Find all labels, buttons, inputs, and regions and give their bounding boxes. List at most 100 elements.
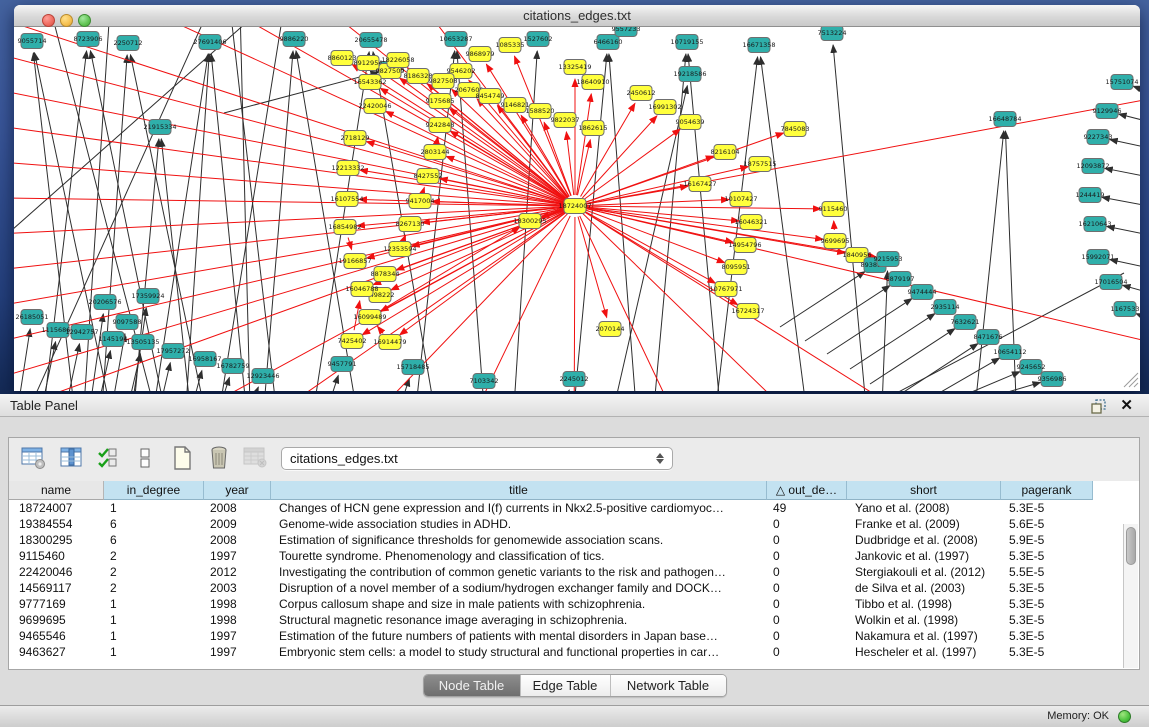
graph-node-label: 17957272 [156,347,189,355]
graph-edge [1123,285,1140,294]
column-header-in_degree[interactable]: in_degree [104,481,204,500]
table-cell: 0 [767,612,847,628]
tab-node-table[interactable]: Node Table [424,675,521,696]
column-header-title[interactable]: title [271,481,767,500]
delete-table-button[interactable] [204,445,234,475]
table-row[interactable]: 1872400712008Changes of HCN gene express… [9,500,1093,516]
graph-node-label: 2935114 [931,303,960,311]
table-scrollbar[interactable] [1123,524,1138,668]
table-settings-button[interactable] [19,445,49,475]
network-window-titlebar[interactable]: citations_edges.txt [14,5,1140,27]
graph-edge [250,387,258,391]
table-row[interactable]: 1938455462009Genome-wide association stu… [9,516,1093,532]
table-cell: Genome-wide association studies in ADHD. [271,516,767,532]
table-cell: 9465546 [9,628,104,644]
graph-node-label: 1527602 [524,35,553,43]
clear-selection-icon [138,446,152,475]
graph-node-label: 20206576 [88,298,121,306]
column-header-out_de[interactable]: △ out_de… [767,481,847,500]
select-rows-icon [97,446,119,475]
column-header-year[interactable]: year [204,481,271,500]
graph-edge [850,314,935,369]
table-cell: Disruption of a novel member of a sodium… [271,580,767,596]
table-row[interactable]: 1456911722003Disruption of a novel membe… [9,580,1093,596]
graph-edge [154,54,208,391]
table-cell: Investigating the contribution of common… [271,564,767,580]
table-row[interactable]: 946362711997Embryonic stem cells: a mode… [9,644,1093,660]
graph-node-label: 16107554 [330,195,363,203]
graph-node-label: 8912954 [354,59,383,67]
show-columns-button[interactable] [56,445,86,475]
graph-node-label: 8454749 [476,92,505,100]
tab-network-table[interactable]: Network Table [611,675,726,696]
graph-node-label: 16991302 [648,103,681,111]
table-row[interactable]: 946554611997Estimation of the future num… [9,628,1093,644]
graph-node-label: 12353594 [383,245,416,253]
table-row[interactable]: 2242004622012Investigating the contribut… [9,564,1093,580]
table-cell: 5.3E-5 [1001,548,1093,564]
table-cell: Jankovic et al. (1997) [847,548,1001,564]
table-row[interactable]: 977716911998Corpus callosum shape and si… [9,596,1093,612]
table-cell: Corpus callosum shape and size in male p… [271,596,767,612]
table-panel-body: f(x) citations_edges.txt namein_degreeye… [8,437,1140,670]
graph-node-label: 10767971 [709,285,742,293]
table-cell: de Silva et al. (2003) [847,580,1001,596]
close-panel-icon[interactable]: ✕ [1120,396,1133,414]
select-rows-button[interactable] [93,445,123,475]
column-header-pagerank[interactable]: pagerank [1001,481,1093,500]
graph-edge [220,27,284,391]
graph-node-label: 2245012 [560,375,589,383]
node-table: namein_degreeyeartitle△ out_de…shortpage… [9,481,1139,669]
network-canvas[interactable]: 1085335114519411675331244419152760215885… [14,27,1140,391]
table-selector-dropdown[interactable]: citations_edges.txt [281,447,673,470]
graph-edge [780,272,865,327]
new-table-button[interactable] [167,445,197,475]
graph-edge [586,209,1140,357]
graph-edge [609,54,636,391]
table-row[interactable]: 911546021997Tourette syndrome. Phenomeno… [9,548,1093,564]
table-cell: 0 [767,548,847,564]
table-cell: 0 [767,532,847,548]
graph-node-label: 1167533 [1111,305,1140,313]
graph-node-label: 9097588 [113,318,142,326]
graph-node-label: 8427552 [414,172,443,180]
table-cell: 49 [767,500,847,516]
graph-node-label: 18757515 [743,160,776,168]
graph-node-label: 8860123 [328,54,357,62]
graph-node-label: 9245652 [1017,363,1046,371]
tab-edge-table[interactable]: Edge Table [521,675,611,696]
table-cell: 1998 [204,612,271,628]
graph-node-label: 10654112 [993,348,1026,356]
graph-node-label: 16167427 [683,180,716,188]
graph-node-label: 17016504 [1094,278,1127,286]
table-cell: Hescheler et al. (1997) [847,644,1001,660]
delete-column-disabled-button[interactable] [241,445,271,475]
graph-node-label: 9227343 [1084,133,1113,141]
graph-edge [805,286,890,341]
graph-node-label: 18300295 [513,217,546,225]
table-row[interactable]: 1830029562008Estimation of significance … [9,532,1093,548]
table-cell: Tibbo et al. (1998) [847,596,1001,612]
clear-selection-button[interactable] [130,445,160,475]
graph-edge [18,329,30,391]
table-cell: 0 [767,564,847,580]
graph-node-label: 9822037 [551,116,580,124]
table-scrollbar-thumb[interactable] [1126,527,1136,565]
table-cell: Estimation of significance thresholds fo… [271,532,767,548]
table-cell: 5.3E-5 [1001,500,1093,516]
float-panel-icon[interactable] [1091,398,1107,414]
table-row[interactable]: 969969511998Structural magnetic resonanc… [9,612,1093,628]
new-table-icon [171,445,193,476]
graph-node-label: 2070144 [596,325,625,333]
table-cell: 2 [104,580,204,596]
graph-node-label: 9215953 [874,255,903,263]
graph-edge [1136,314,1140,321]
table-cell: 5.5E-5 [1001,564,1093,580]
resize-grip-icon[interactable] [1129,378,1138,387]
graph-edge [1107,226,1140,236]
column-header-short[interactable]: short [847,481,1001,500]
resize-grip-icon[interactable] [1134,383,1138,387]
graph-node-label: 6466160 [594,38,623,46]
column-header-name[interactable]: name [9,481,104,500]
graph-node-label: 16210643 [1078,220,1111,228]
